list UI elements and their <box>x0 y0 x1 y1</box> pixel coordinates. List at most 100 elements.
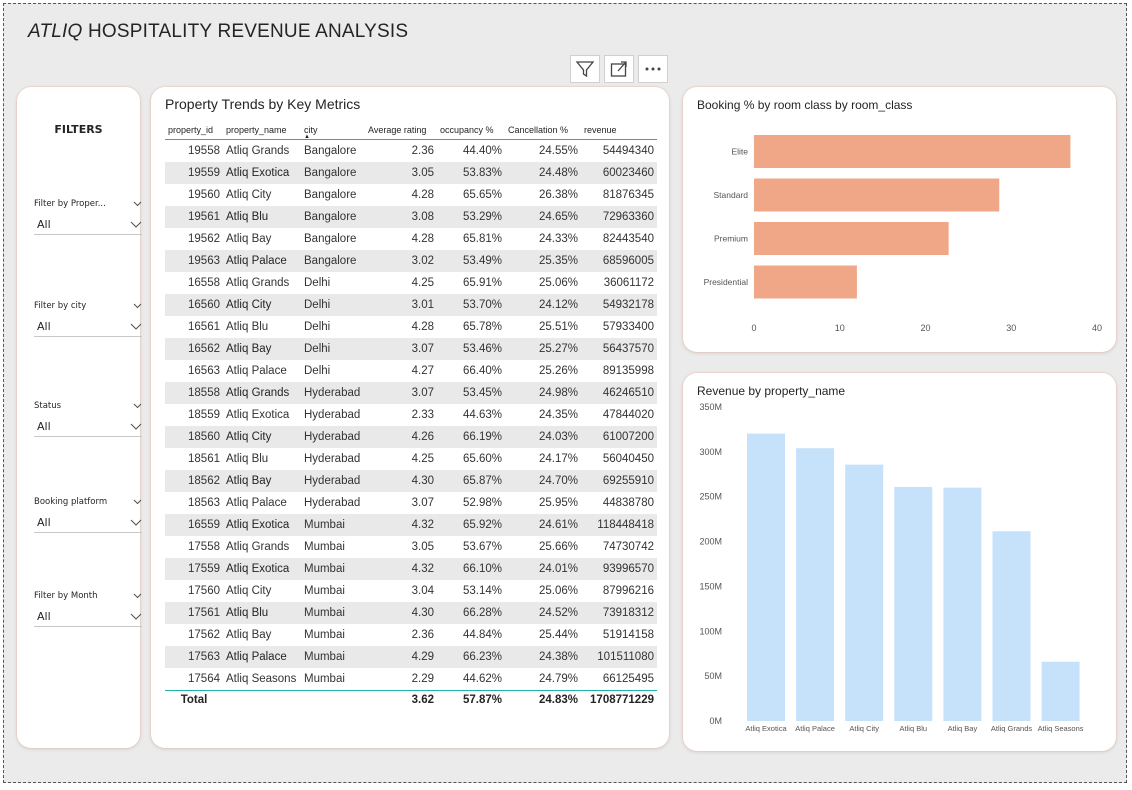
column-header[interactable]: property_name <box>223 121 301 140</box>
table-cell: 57933400 <box>602 321 654 333</box>
slicer-dropdown[interactable]: All <box>34 214 142 235</box>
table-row[interactable]: 17558 Atliq Grands Mumbai 3.05 53.67% 25.66% 7… <box>165 536 657 558</box>
table-row[interactable]: 19563 Atliq Palace Bangalore 3.02 53.49% 25.3… <box>165 250 657 272</box>
slicer-header[interactable]: Filter by city <box>34 301 142 311</box>
table-cell: Bangalore <box>304 189 357 201</box>
booking-bar[interactable] <box>754 222 949 255</box>
table-cell: 4.30 <box>365 470 437 492</box>
table-row[interactable]: 17562 Atliq Bay Mumbai 2.36 44.84% 25.44% 5191… <box>165 624 657 646</box>
column-header[interactable]: property_id <box>165 121 223 140</box>
revenue-bar[interactable] <box>894 486 933 721</box>
table-cell: 69255910 <box>581 470 657 492</box>
table-cell: 18562 <box>165 470 223 492</box>
table-cell: 17560 <box>188 585 220 597</box>
table-cell: 24.38% <box>505 646 581 668</box>
column-header[interactable]: Cancellation % <box>505 121 581 140</box>
table-cell: 2.36 <box>411 145 434 157</box>
table-cell: 87996216 <box>602 585 654 597</box>
table-cell: 4.28 <box>411 189 434 201</box>
table-cell: Atliq Palace <box>226 497 287 509</box>
table-cell: Mumbai <box>304 629 345 641</box>
table-cell: 4.32 <box>365 514 437 536</box>
table-row[interactable]: 19562 Atliq Bay Bangalore 4.28 65.81% 24.33% 8… <box>165 228 657 250</box>
table-cell: 54494340 <box>602 145 654 157</box>
table-cell: Atliq Blu <box>226 321 269 333</box>
booking-bar[interactable] <box>754 135 1071 168</box>
column-header[interactable]: occupancy % <box>437 121 505 140</box>
slicer-header[interactable]: Status <box>34 401 142 411</box>
revenue-bar[interactable] <box>943 487 982 721</box>
filters-title: FILTERS <box>54 123 103 136</box>
table-row[interactable]: 19561 Atliq Blu Bangalore 3.08 53.29% 24.65% 7… <box>165 206 657 228</box>
table-row[interactable]: 18559 Atliq Exotica Hyderabad 2.33 44.63% 24.… <box>165 404 657 426</box>
revenue-bar[interactable] <box>992 531 1031 721</box>
table-row[interactable]: 16559 Atliq Exotica Mumbai 4.32 65.92% 24.61%… <box>165 514 657 536</box>
table-row[interactable]: 16558 Atliq Grands Delhi 4.25 65.91% 25.06% 36… <box>165 272 657 294</box>
table-cell: Atliq Bay <box>223 338 301 360</box>
table-cell: Bangalore <box>301 206 365 228</box>
slicer-dropdown[interactable]: All <box>34 512 142 533</box>
table-cell: 44.40% <box>462 145 502 157</box>
table-cell: Hyderabad <box>304 497 361 509</box>
table-row[interactable]: 16562 Atliq Bay Delhi 3.07 53.46% 25.27% 56437… <box>165 338 657 360</box>
table-row[interactable]: 16560 Atliq City Delhi 3.01 53.70% 24.12% 5493… <box>165 294 657 316</box>
table-cell: 53.14% <box>462 585 502 597</box>
slicer-dropdown[interactable]: All <box>34 416 142 437</box>
slicer-dropdown[interactable]: All <box>34 606 142 627</box>
more-options-button[interactable] <box>638 55 668 83</box>
table-row[interactable]: 19558 Atliq Grands Bangalore 2.36 44.40% 24.5… <box>165 140 657 163</box>
revenue-y-tick: 50M <box>704 671 722 681</box>
table-row[interactable]: 18558 Atliq Grands Hyderabad 3.07 53.45% 24.9… <box>165 382 657 404</box>
slicer-header[interactable]: Filter by Month <box>34 591 142 601</box>
slicer-value: All <box>37 419 51 433</box>
table-cell: 25.66% <box>538 541 578 553</box>
revenue-bar[interactable] <box>747 433 785 721</box>
table-row[interactable]: 18563 Atliq Palace Hyderabad 3.07 52.98% 25.9… <box>165 492 657 514</box>
column-header[interactable]: Average rating <box>365 121 437 140</box>
revenue-bar[interactable] <box>1041 661 1080 721</box>
table-cell: 3.07 <box>365 382 437 404</box>
booking-chart: Elite Standard Premium Presidential 0 10 20 30 4… <box>704 135 1102 333</box>
table-cell: 53.70% <box>437 294 505 316</box>
table-cell: 17559 <box>165 558 223 580</box>
table-row[interactable]: 17561 Atliq Blu Mumbai 4.30 66.28% 24.52% 7391… <box>165 602 657 624</box>
focus-mode-button[interactable] <box>604 55 634 83</box>
revenue-bar[interactable] <box>845 464 884 721</box>
table-row[interactable]: 16563 Atliq Palace Delhi 4.27 66.40% 25.26% 89… <box>165 360 657 382</box>
table-row[interactable]: 18562 Atliq Bay Hyderabad 4.30 65.87% 24.70% 6… <box>165 470 657 492</box>
table-cell: 44.63% <box>462 409 502 421</box>
slicer-header[interactable]: Booking platform <box>34 497 142 507</box>
table-cell: 24.98% <box>505 382 581 404</box>
table-cell: 19562 <box>188 233 220 245</box>
table-row[interactable]: 18561 Atliq Blu Hyderabad 4.25 65.60% 24.17% 5… <box>165 448 657 470</box>
table-cell: Atliq Grands <box>226 145 290 157</box>
table-row[interactable]: 17560 Atliq City Mumbai 3.04 53.14% 25.06% 879… <box>165 580 657 602</box>
booking-bar[interactable] <box>754 178 1000 212</box>
table-row[interactable]: 19559 Atliq Exotica Bangalore 3.05 53.83% 24.… <box>165 162 657 184</box>
table-cell: 24.12% <box>505 294 581 316</box>
table-cell: 74730742 <box>602 541 654 553</box>
slicer-header[interactable]: Filter by Proper... <box>34 199 142 209</box>
column-header[interactable]: city ▲ <box>301 121 365 140</box>
table-cell: 3.07 <box>411 497 434 509</box>
chevron-down-icon <box>130 519 142 526</box>
filter-button[interactable] <box>570 55 600 83</box>
table-row[interactable]: 17563 Atliq Palace Mumbai 4.29 66.23% 24.38% 1… <box>165 646 657 668</box>
table-cell: 4.25 <box>411 453 434 465</box>
table-row[interactable]: 18560 Atliq City Hyderabad 4.26 66.19% 24.03%… <box>165 426 657 448</box>
table-cell: Delhi <box>304 277 331 289</box>
table-cell: Hyderabad <box>304 453 361 465</box>
more-options-icon <box>645 67 661 71</box>
column-header[interactable]: revenue <box>581 121 657 140</box>
revenue-bar[interactable] <box>796 448 835 721</box>
booking-bar[interactable] <box>754 265 857 299</box>
table-cell: 3.07 <box>365 338 437 360</box>
table-row[interactable]: 17564 Atliq Seasons Mumbai 2.29 44.62% 24.79%… <box>165 668 657 691</box>
slicer-dropdown[interactable]: All <box>34 316 142 337</box>
revenue-y-tick: 200M <box>699 537 722 547</box>
table-cell: Bangalore <box>301 250 365 272</box>
table-cell: 54932178 <box>581 294 657 316</box>
table-row[interactable]: 17559 Atliq Exotica Mumbai 4.32 66.10% 24.01%… <box>165 558 657 580</box>
table-row[interactable]: 16561 Atliq Blu Delhi 4.28 65.78% 25.51% 57933… <box>165 316 657 338</box>
table-row[interactable]: 19560 Atliq City Bangalore 4.28 65.65% 26.38%… <box>165 184 657 206</box>
